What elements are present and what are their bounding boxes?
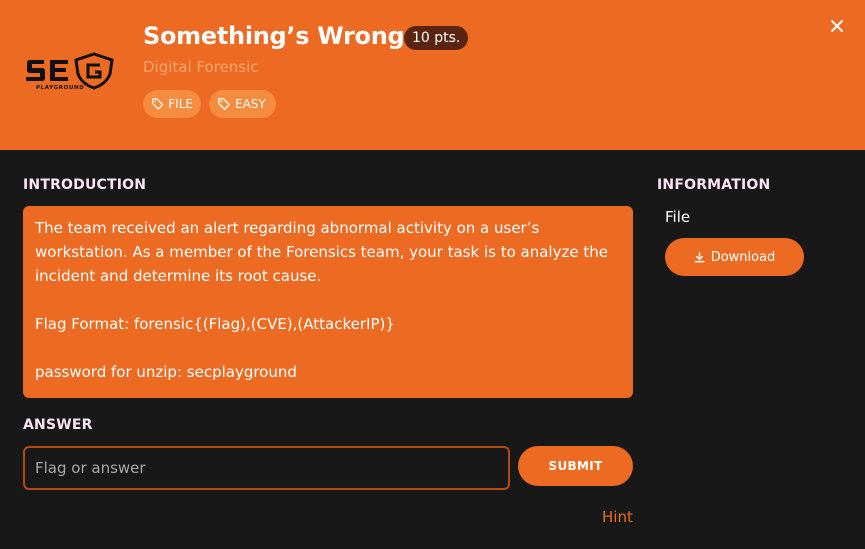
challenge-header: PLAYGROUND Something’s Wrong 10 pts. Dig… [0,0,865,150]
tag-file: FILE [143,90,201,118]
close-icon[interactable] [828,17,846,35]
information-heading: INFORMATION [657,177,771,193]
hint-link[interactable]: Hint [602,508,633,526]
answer-input[interactable] [23,446,510,490]
svg-text:PLAYGROUND: PLAYGROUND [36,85,84,91]
answer-heading: ANSWER [23,417,93,433]
tag-easy: EASY [209,90,276,118]
download-button[interactable]: Download [665,238,804,276]
flag-format-text: Flag Format: forensic{(Flag),(CVE),(Atta… [35,315,395,333]
introduction-box: The team received an alert regarding abn… [23,206,633,398]
challenge-title: Something’s Wrong [143,22,405,50]
secplayground-logo: PLAYGROUND [26,52,114,91]
tag-icon [218,98,230,110]
submit-button[interactable]: SUBMIT [518,446,633,486]
introduction-heading: INTRODUCTION [23,177,147,193]
file-label: File [665,208,691,226]
introduction-text: The team received an alert regarding abn… [35,219,608,285]
password-text: password for unzip: secplayground [35,363,297,381]
tag-icon [152,98,164,110]
challenge-category: Digital Forensic [143,58,259,76]
points-badge: 10 pts. [404,26,469,50]
download-label: Download [710,249,776,265]
download-icon [694,251,705,262]
tag-file-label: FILE [168,97,193,111]
tag-easy-label: EASY [235,97,266,111]
